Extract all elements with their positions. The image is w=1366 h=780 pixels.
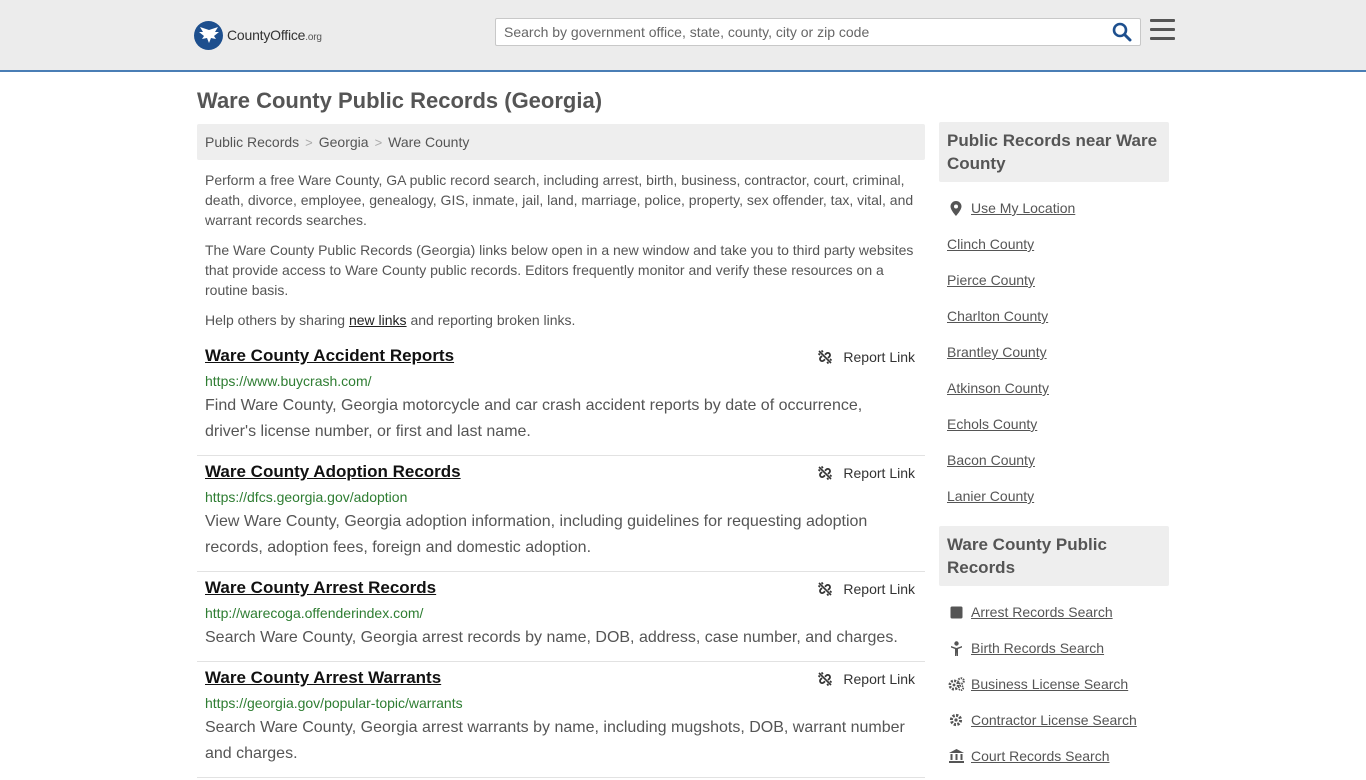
court-records-search-link[interactable]: Court Records Search: [971, 748, 1110, 764]
nearby-county-link[interactable]: Clinch County: [947, 236, 1034, 252]
arrest-icon: [947, 606, 965, 619]
search-input[interactable]: [496, 19, 1106, 45]
contractor-license-search-link[interactable]: Contractor License Search: [971, 712, 1137, 728]
intro-paragraph-3: Help others by sharing new links and rep…: [205, 310, 917, 330]
nearby-county-list: Use My Location Clinch County Pierce Cou…: [939, 182, 1169, 520]
record-description: View Ware County, Georgia adoption infor…: [205, 513, 868, 556]
nearby-county-link[interactable]: Brantley County: [947, 344, 1047, 360]
record-description: Find Ware County, Georgia motorcycle and…: [205, 397, 863, 440]
nearby-county-item: Charlton County: [947, 298, 1161, 334]
report-link-button[interactable]: Report Link: [817, 465, 915, 481]
record-url: http://warecoga.offenderindex.com/: [205, 605, 424, 621]
share-text-pre: Help others by sharing: [205, 312, 349, 328]
record-item: Ware County Arrest Warrants Report Link …: [197, 662, 925, 778]
county-records-block: Ware County Public Records Arrest Record…: [939, 526, 1169, 780]
logo-name: CountyOffice: [227, 27, 306, 43]
record-link-item: Arrest Records Search: [947, 594, 1161, 630]
intro-paragraph-1: Perform a free Ware County, GA public re…: [205, 172, 914, 228]
breadcrumb-item-georgia[interactable]: Georgia: [319, 134, 369, 150]
report-link-button[interactable]: Report Link: [817, 349, 915, 365]
nearby-county-item: Atkinson County: [947, 370, 1161, 406]
courthouse-icon: [947, 749, 965, 763]
breadcrumb-separator: >: [305, 135, 313, 150]
report-link-label: Report Link: [843, 671, 915, 687]
report-link-button[interactable]: Report Link: [817, 581, 915, 597]
broken-link-icon: [818, 465, 833, 481]
nearby-records-heading: Public Records near Ware County: [939, 122, 1169, 182]
logo-text: CountyOffice.org: [227, 27, 322, 43]
nearby-county-item: Clinch County: [947, 226, 1161, 262]
county-records-links: Arrest Records Search Birth Records Sear…: [939, 586, 1169, 780]
breadcrumb: Public Records > Georgia > Ware County: [197, 124, 925, 160]
record-url: https://dfcs.georgia.gov/adoption: [205, 489, 408, 505]
search-icon[interactable]: [1112, 22, 1134, 44]
logo-eagle-icon: [194, 20, 223, 50]
birth-records-search-link[interactable]: Birth Records Search: [971, 640, 1104, 656]
logo-tld: .org: [305, 32, 322, 43]
intro-paragraph-2: The Ware County Public Records (Georgia)…: [205, 242, 914, 298]
use-location-item: Use My Location: [947, 190, 1161, 226]
intro-text: Perform a free Ware County, GA public re…: [197, 170, 925, 330]
nearby-county-item: Echols County: [947, 406, 1161, 442]
broken-link-icon: [818, 349, 833, 365]
sidebar: Public Records near Ware County Use My L…: [939, 122, 1169, 780]
nearby-county-link[interactable]: Lanier County: [947, 488, 1034, 504]
site-logo[interactable]: CountyOffice.org: [194, 20, 322, 50]
page-title: Ware County Public Records (Georgia): [197, 88, 603, 113]
record-title-link[interactable]: Ware County Arrest Records: [205, 578, 436, 598]
record-url: https://georgia.gov/popular-topic/warran…: [205, 695, 463, 711]
broken-link-icon: [818, 581, 833, 597]
report-link-button[interactable]: Report Link: [817, 671, 915, 687]
nearby-county-link[interactable]: Bacon County: [947, 452, 1035, 468]
nearby-county-item: Lanier County: [947, 478, 1161, 514]
use-my-location-link[interactable]: Use My Location: [971, 200, 1075, 216]
record-url: https://www.buycrash.com/: [205, 373, 372, 389]
report-link-label: Report Link: [843, 349, 915, 365]
breadcrumb-separator: >: [374, 135, 383, 150]
county-records-heading: Ware County Public Records: [939, 526, 1169, 586]
report-link-label: Report Link: [843, 465, 915, 481]
business-license-search-link[interactable]: Business License Search: [971, 676, 1128, 692]
record-item: Ware County Adoption Records Report Link…: [197, 456, 925, 572]
report-link-label: Report Link: [843, 581, 915, 597]
baby-icon: [947, 640, 965, 656]
share-text-post: and reporting broken links.: [406, 312, 576, 328]
map-marker-icon: [947, 200, 965, 216]
nearby-county-item: Pierce County: [947, 262, 1161, 298]
broken-link-icon: [818, 671, 833, 687]
breadcrumb-item-public-records[interactable]: Public Records: [205, 134, 299, 150]
nearby-county-link[interactable]: Echols County: [947, 416, 1037, 432]
record-title-link[interactable]: Ware County Accident Reports: [205, 346, 454, 366]
top-header: CountyOffice.org: [0, 0, 1366, 72]
main-content: Public Records > Georgia > Ware County Perfo…: [197, 124, 925, 778]
records-list: Ware County Accident Reports Report Link…: [197, 340, 925, 778]
search-bar: [495, 18, 1141, 46]
record-link-item: Contractor License Search: [947, 702, 1161, 738]
record-title-link[interactable]: Ware County Adoption Records: [205, 462, 461, 482]
gear-icon: [947, 713, 965, 727]
record-item: Ware County Arrest Records Report Link h…: [197, 572, 925, 662]
nearby-county-link[interactable]: Atkinson County: [947, 380, 1049, 396]
cogs-icon: [947, 677, 965, 691]
record-description: Search Ware County, Georgia arrest warra…: [205, 719, 905, 762]
nearby-county-link[interactable]: Charlton County: [947, 308, 1048, 324]
nearby-county-link[interactable]: Pierce County: [947, 272, 1035, 288]
record-description: Search Ware County, Georgia arrest recor…: [205, 629, 898, 646]
nearby-county-item: Bacon County: [947, 442, 1161, 478]
record-link-item: Business License Search: [947, 666, 1161, 702]
nearby-county-item: Brantley County: [947, 334, 1161, 370]
record-link-item: Birth Records Search: [947, 630, 1161, 666]
record-title-link[interactable]: Ware County Arrest Warrants: [205, 668, 441, 688]
arrest-records-search-link[interactable]: Arrest Records Search: [971, 604, 1113, 620]
record-link-item: Court Records Search: [947, 738, 1161, 774]
hamburger-menu-icon[interactable]: [1150, 19, 1175, 41]
breadcrumb-item-ware-county[interactable]: Ware County: [388, 134, 469, 150]
new-links-link[interactable]: new links: [349, 312, 407, 328]
record-item: Ware County Accident Reports Report Link…: [197, 340, 925, 456]
